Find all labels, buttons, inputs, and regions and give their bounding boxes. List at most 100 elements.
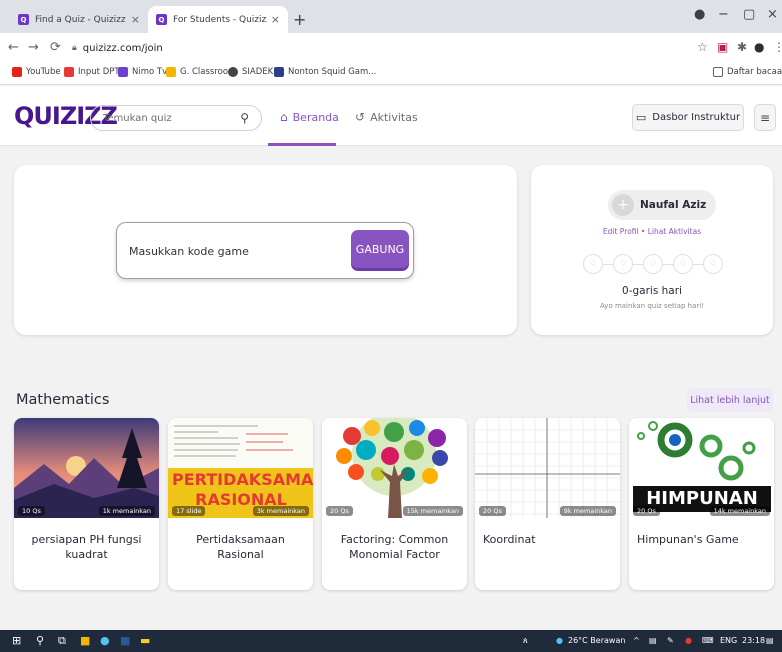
thumbnail-banner-text: PERTIDAKSAMAAN RASIONAL: [172, 470, 313, 509]
new-tab-button[interactable]: +: [293, 10, 306, 29]
browser-tab-strip: Q Find a Quiz - Quizizz × Q For Students…: [0, 0, 782, 33]
star-icon[interactable]: ☆: [697, 40, 708, 54]
bookmark-youtube[interactable]: YouTube: [12, 67, 61, 77]
plays-badge: 9k memainkan: [559, 506, 616, 516]
quiz-card[interactable]: 10 Qs 1k memainkan persiapan PH fungsi k…: [14, 418, 159, 590]
network-icon[interactable]: ▤: [649, 636, 657, 645]
streak-subtitle: Ayo mainkan quiz setiap hari!: [599, 302, 704, 310]
bookmark-classroom[interactable]: G. Classroom: [166, 67, 236, 77]
join-button[interactable]: GABUNG: [351, 230, 409, 268]
quizizz-favicon-icon: Q: [156, 14, 167, 25]
keyboard-icon[interactable]: ⌨: [702, 636, 714, 645]
nimo-icon: [118, 67, 128, 77]
back-icon[interactable]: ←: [8, 40, 19, 55]
url-field[interactable]: 🔒︎ quizizz.com/join: [72, 38, 672, 58]
question-count-badge: 10 Qs: [18, 506, 45, 516]
question-count-badge: 20 Qs: [479, 506, 506, 516]
minimize-button[interactable]: −: [718, 7, 729, 22]
word-icon[interactable]: ■: [120, 634, 130, 647]
quiz-card[interactable]: 20 Qs 15k memainkan Factoring: Common Mo…: [322, 418, 467, 590]
tab-label: Aktivitas: [370, 110, 418, 124]
forward-icon[interactable]: →: [28, 40, 39, 55]
clock[interactable]: 23:18: [742, 636, 765, 645]
notifications-icon[interactable]: ▤: [766, 636, 774, 645]
close-tab-icon[interactable]: ×: [131, 13, 140, 26]
close-window-button[interactable]: ×: [767, 7, 778, 22]
bookmark-squid-game[interactable]: Nonton Squid Gam...: [274, 67, 376, 77]
tab-aktivitas[interactable]: ↺ Aktivitas: [355, 110, 418, 124]
monitor-icon: ▭: [635, 111, 647, 124]
more-vert-icon[interactable]: ⋮: [773, 40, 782, 54]
tab-title: Find a Quiz - Quizizz: [35, 14, 126, 25]
windows-start-icon[interactable]: ⊞: [12, 634, 21, 647]
reading-list[interactable]: Daftar bacaan: [713, 67, 782, 77]
browser-tab[interactable]: Q Find a Quiz - Quizizz ×: [10, 6, 148, 33]
streak-connector: [603, 264, 613, 265]
search-placeholder: Temukan quiz: [103, 112, 172, 124]
bookmarks-bar: YouTube Input DPT Nimo Tv G. Classroom S…: [0, 63, 782, 85]
game-code-input[interactable]: Masukkan kode game: [129, 235, 349, 267]
profile-links[interactable]: Edit Profil • Lihat Aktivitas: [531, 227, 773, 236]
search-input[interactable]: Temukan quiz ⚲: [90, 105, 262, 131]
join-code-box: Masukkan kode game GABUNG: [116, 222, 414, 279]
flame-icon: ♢: [643, 254, 663, 274]
quiz-card[interactable]: HIMPUNAN 20 Qs 14k memainkan Himpunan's …: [629, 418, 774, 590]
tab-label: Beranda: [292, 110, 339, 124]
flame-icon: ♢: [583, 254, 603, 274]
bookmark-nimo-tv[interactable]: Nimo Tv: [118, 67, 167, 77]
edge-icon[interactable]: ●: [100, 634, 110, 647]
browser-tab-active[interactable]: Q For Students - Quizizz ×: [148, 6, 288, 33]
see-more-button[interactable]: Lihat lebih lanjut: [687, 388, 773, 412]
plays-badge: 14k memainkan: [709, 506, 770, 516]
tray-app-icon[interactable]: ●: [685, 636, 692, 645]
dashboard-button[interactable]: ▭ Dasbor Instruktur: [632, 104, 744, 131]
youtube-icon: [12, 67, 22, 77]
close-tab-icon[interactable]: ×: [271, 13, 280, 26]
language-indicator[interactable]: ENG: [720, 636, 737, 645]
file-explorer-icon[interactable]: ▬: [140, 634, 150, 647]
bookmark-icon: [64, 67, 74, 77]
extension-icon[interactable]: ▣: [717, 40, 728, 54]
address-bar-row: ← → ⟳ 🔒︎ quizizz.com/join ☆ ▣ ✱ ● ⋮: [0, 33, 782, 63]
quiz-card[interactable]: 20 Qs 9k memainkan Koordinat: [475, 418, 620, 590]
question-count-badge: 17 slide: [172, 506, 206, 516]
bookmark-siadek[interactable]: SIADEK: [228, 67, 273, 77]
search-icon[interactable]: ⚲: [36, 634, 44, 647]
reload-icon[interactable]: ⟳: [50, 40, 61, 55]
quiz-thumbnail: [322, 418, 467, 518]
bookmark-label: YouTube: [26, 67, 61, 77]
streak-connector: [693, 264, 703, 265]
streak-tracker: ♢ ♢ ♢ ♢ ♢: [583, 254, 723, 276]
bookmark-label: Nonton Squid Gam...: [288, 67, 377, 77]
tab-beranda[interactable]: ⌂ Beranda: [280, 110, 339, 124]
quiz-thumbnail: PERTIDAKSAMAAN RASIONAL: [168, 418, 313, 518]
chevron-up-icon[interactable]: ^: [633, 636, 640, 645]
bookmark-label: Input DPT: [78, 67, 120, 77]
profile-circle-icon[interactable]: ●: [694, 7, 705, 22]
flame-icon: ♢: [613, 254, 633, 274]
weather-text[interactable]: 26°C Berawan: [568, 636, 625, 645]
avatar[interactable]: ●: [754, 40, 764, 54]
puzzle-icon[interactable]: ✱: [737, 40, 747, 54]
reading-list-label: Daftar bacaan: [727, 67, 782, 77]
section-title: Mathematics: [16, 392, 110, 408]
task-view-icon[interactable]: ⧉: [58, 634, 66, 648]
bookmark-label: SIADEK: [242, 67, 274, 77]
plays-badge: 15k memainkan: [402, 506, 463, 516]
windows-taskbar: ⊞ ⚲ ⧉ ■ ● ■ ▬ ጰ ● 26°C Berawan ^ ▤ ✎ ● ⌨…: [0, 630, 782, 652]
classroom-icon: [166, 67, 176, 77]
question-count-badge: 20 Qs: [633, 506, 660, 516]
plays-badge: 1k memainkan: [98, 506, 155, 516]
person-icon[interactable]: ጰ: [523, 636, 528, 646]
maximize-button[interactable]: ▢: [743, 7, 755, 22]
quiz-thumbnail: [14, 418, 159, 518]
bookmark-input-dpt[interactable]: Input DPT: [64, 67, 120, 77]
pen-icon[interactable]: ✎: [667, 636, 674, 645]
menu-icon[interactable]: ≡: [754, 104, 776, 131]
plays-badge: 3k memainkan: [252, 506, 309, 516]
search-icon[interactable]: ⚲: [240, 111, 249, 125]
app-icon[interactable]: ■: [80, 634, 90, 647]
globe-icon: [228, 67, 238, 77]
quiz-card[interactable]: PERTIDAKSAMAAN RASIONAL 17 slide 3k mema…: [168, 418, 313, 590]
question-count-badge: 20 Qs: [326, 506, 353, 516]
